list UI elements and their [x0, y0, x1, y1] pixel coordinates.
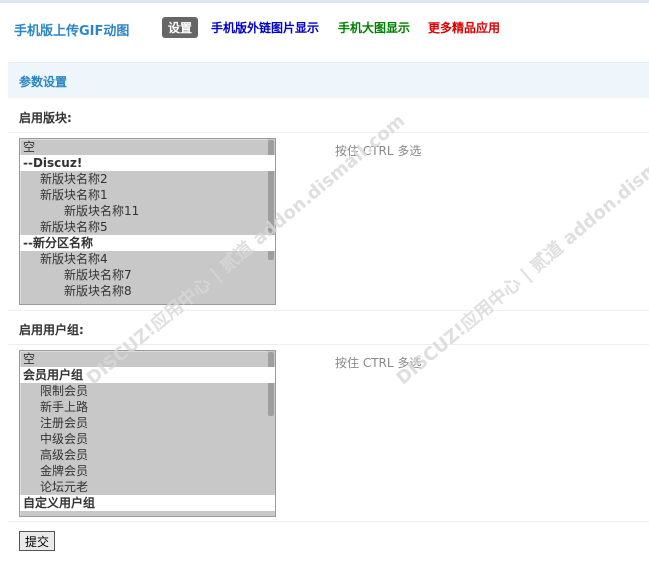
top-border	[0, 0, 649, 3]
select-group-option[interactable]: 自定义用户组	[20, 495, 275, 511]
section-title: 参数设置	[19, 75, 68, 89]
divider	[8, 521, 649, 522]
divider	[8, 344, 649, 345]
select-option[interactable]: 新版块名称11	[20, 203, 275, 219]
select-option[interactable]: 注册会员	[20, 415, 275, 431]
select-option[interactable]: 高级会员	[20, 447, 275, 463]
submit-button[interactable]: 提交	[19, 531, 55, 551]
usergroups-label: 启用用户组:	[19, 323, 84, 337]
plugin-title: 手机版上传GIF动图	[14, 24, 130, 39]
select-option[interactable]: 金牌会员	[20, 463, 275, 479]
tab-external-image[interactable]: 手机版外链图片显示	[211, 19, 319, 36]
forums-label: 启用版块:	[19, 111, 72, 125]
watermark: DISCUZ!应用中心 | 贰道 addon.dismall.com	[390, 107, 649, 390]
tab-more-apps[interactable]: 更多精品应用	[428, 19, 500, 36]
select-option[interactable]: 新版块名称5	[20, 219, 275, 235]
tab-settings[interactable]: 设置	[162, 17, 199, 38]
divider	[8, 310, 649, 311]
select-group-option[interactable]: --Discuz!	[20, 155, 275, 171]
watermark-text: DISCUZ!应用中心 | 贰道 addon.dismall.com	[392, 110, 649, 390]
section-header: 参数设置	[8, 62, 649, 98]
select-option[interactable]: 新版块名称2	[20, 171, 275, 187]
select-option[interactable]: 空	[20, 351, 275, 367]
plugin-header: 手机版上传GIF动图 设置 手机版外链图片显示 手机大图显示 更多精品应用	[0, 14, 649, 42]
select-option[interactable]: 新版块名称1	[20, 187, 275, 203]
forums-select[interactable]: 空 --Discuz! 新版块名称2 新版块名称1 新版块名称11 新版块名称5 --新分区…	[19, 138, 276, 305]
select-option[interactable]: 限制会员	[20, 383, 275, 399]
select-option[interactable]: 论坛元老	[20, 479, 275, 495]
select-option[interactable]: 新版块名称8	[20, 283, 275, 299]
tab-large-image[interactable]: 手机大图显示	[338, 19, 410, 36]
select-group-option[interactable]: 会员用户组	[20, 367, 275, 383]
divider	[8, 132, 649, 133]
select-option[interactable]: 空	[20, 139, 275, 155]
select-option[interactable]: 中级会员	[20, 431, 275, 447]
select-option[interactable]: 新手上路	[20, 399, 275, 415]
usergroups-select[interactable]: 空会员用户组 限制会员 新手上路 注册会员 中级会员 高级会员 金牌会员 论坛元老 自定义用户组	[19, 350, 276, 517]
